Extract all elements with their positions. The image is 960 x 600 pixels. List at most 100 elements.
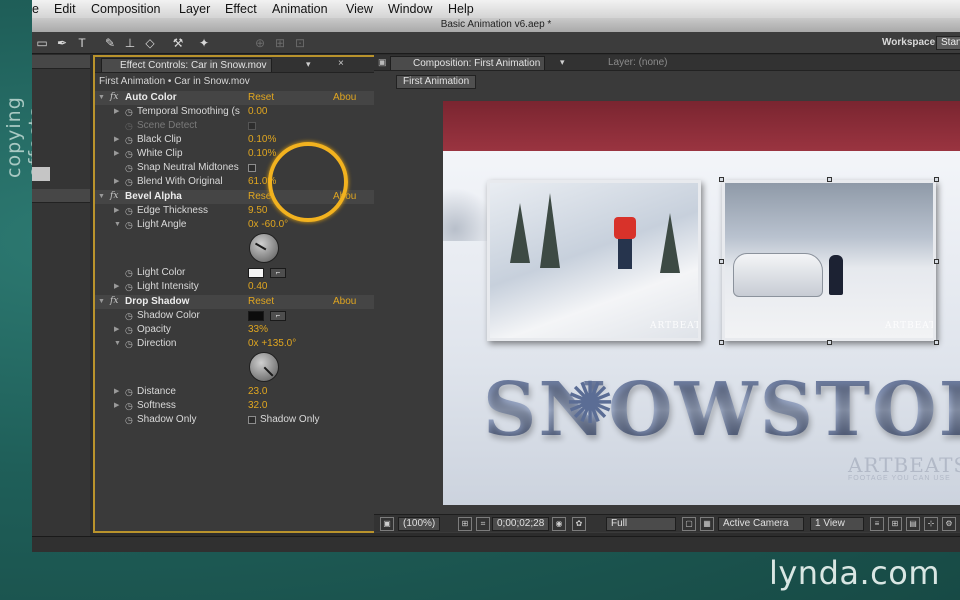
twirl-right-icon[interactable]: ▶	[114, 399, 122, 413]
composition-tab[interactable]: Composition: First Animation	[390, 56, 546, 70]
region-of-interest-icon[interactable]: ▢	[682, 517, 696, 531]
fx-toggle-icon[interactable]: fx	[110, 92, 122, 103]
axis-mode-icon[interactable]: ⊕	[252, 35, 268, 51]
composition-viewer[interactable]: ARTBEATS ARTBEATS SNOWSTORM ✺ ARTBEATS F…	[443, 101, 960, 505]
menu-effect[interactable]: Effect	[225, 2, 257, 16]
current-time-field[interactable]: 0;00;02;28	[492, 517, 550, 531]
reset-link[interactable]: Reset	[248, 91, 274, 105]
layer-tab[interactable]: Layer: (none)	[608, 57, 667, 68]
close-tab-icon[interactable]: ×	[338, 58, 344, 69]
twirl-right-icon[interactable]: ▶	[114, 323, 122, 337]
selection-handle[interactable]	[934, 259, 939, 264]
stopwatch-icon[interactable]: ◷	[125, 175, 133, 189]
menu-view[interactable]: View	[346, 2, 373, 16]
twirl-right-icon[interactable]: ▶	[114, 204, 122, 218]
reset-link[interactable]: Reset	[248, 295, 274, 309]
stopwatch-icon[interactable]: ◷	[125, 399, 133, 413]
twirl-down-icon[interactable]: ▼	[98, 91, 106, 105]
stopwatch-icon[interactable]: ◷	[125, 147, 133, 161]
car-in-snow-clip[interactable]: ARTBEATS	[722, 180, 936, 341]
fx-toggle-icon[interactable]: fx	[110, 191, 122, 202]
stopwatch-icon[interactable]: ◷	[125, 413, 133, 427]
snap-neutral-midtones-checkbox[interactable]	[248, 164, 256, 172]
property-value[interactable]: 0.00	[248, 105, 267, 119]
stopwatch-icon[interactable]: ◷	[125, 133, 133, 147]
selection-handle[interactable]	[827, 340, 832, 345]
fast-previews-icon[interactable]: ⊞	[888, 517, 902, 531]
stopwatch-icon[interactable]: ◷	[125, 266, 133, 280]
stopwatch-icon[interactable]: ◷	[125, 323, 133, 337]
stopwatch-icon[interactable]: ◷	[125, 309, 133, 323]
view-axis-icon[interactable]: ⊡	[292, 35, 308, 51]
property-value[interactable]: 0.10%	[248, 147, 276, 161]
snowboarder-clip[interactable]: ARTBEATS	[487, 180, 701, 341]
property-value[interactable]: 0x -60.0°	[248, 218, 288, 232]
effect-auto-color[interactable]: ▼ fx Auto Color Reset Abou	[95, 91, 385, 105]
puppet-pin-icon[interactable]: ✦	[196, 35, 212, 51]
twirl-down-icon[interactable]: ▼	[98, 295, 106, 309]
eyedropper-icon[interactable]: ⌐	[270, 268, 286, 278]
tab-menu-icon[interactable]: ▾	[306, 59, 311, 70]
fx-toggle-icon[interactable]: fx	[110, 296, 122, 307]
property-value[interactable]: 9.50	[248, 204, 267, 218]
workspace-select[interactable]: Stan	[936, 36, 960, 50]
twirl-down-icon[interactable]: ▼	[114, 337, 122, 351]
effect-drop-shadow[interactable]: ▼ fx Drop Shadow Reset Abou	[95, 295, 385, 309]
menu-animation[interactable]: Animation	[272, 2, 328, 16]
timeline-icon[interactable]: ▤	[906, 517, 920, 531]
about-link[interactable]: Abou	[333, 91, 356, 105]
effect-controls-tab[interactable]: Effect Controls: Car in Snow.mov	[101, 58, 272, 72]
menu-window[interactable]: Window	[388, 2, 432, 16]
channels-icon[interactable]: ✿	[572, 517, 586, 531]
exposure-icon[interactable]: ⚙	[942, 517, 956, 531]
twirl-right-icon[interactable]: ▶	[114, 133, 122, 147]
stopwatch-icon[interactable]: ◷	[125, 161, 133, 175]
twirl-right-icon[interactable]: ▶	[114, 147, 122, 161]
roto-brush-icon[interactable]: ⚒	[170, 35, 186, 51]
twirl-down-icon[interactable]: ▼	[98, 190, 106, 204]
selection-handle[interactable]	[934, 340, 939, 345]
twirl-right-icon[interactable]: ▶	[114, 385, 122, 399]
stopwatch-icon[interactable]: ◷	[125, 218, 133, 232]
brush-tool-icon[interactable]: ✎	[102, 35, 118, 51]
property-value[interactable]: 23.0	[248, 385, 267, 399]
twirl-down-icon[interactable]: ▼	[114, 218, 122, 232]
twirl-right-icon[interactable]: ▶	[114, 175, 122, 189]
stopwatch-icon[interactable]: ◷	[125, 105, 133, 119]
selection-handle[interactable]	[719, 259, 724, 264]
property-value[interactable]: 0x +135.0°	[248, 337, 296, 351]
clone-stamp-icon[interactable]: ⊥	[122, 35, 138, 51]
shadow-only-checkbox[interactable]	[248, 416, 256, 424]
property-value[interactable]: 0.40	[248, 280, 267, 294]
twirl-right-icon[interactable]: ▶	[114, 105, 122, 119]
light-angle-dial[interactable]	[249, 233, 279, 263]
pen-tool-icon[interactable]: ✒	[54, 35, 70, 51]
stopwatch-icon[interactable]: ◷	[125, 204, 133, 218]
selection-handle[interactable]	[827, 177, 832, 182]
menu-edit[interactable]: Edit	[54, 2, 76, 16]
always-preview-icon[interactable]: ▣	[380, 517, 394, 531]
resolution-select[interactable]: Full	[606, 517, 676, 531]
light-color-swatch[interactable]	[248, 268, 264, 278]
selection-handle[interactable]	[719, 177, 724, 182]
direction-dial[interactable]	[249, 352, 279, 382]
stopwatch-icon[interactable]: ◷	[125, 337, 133, 351]
stopwatch-icon[interactable]: ◷	[125, 280, 133, 294]
menu-composition[interactable]: Composition	[91, 2, 160, 16]
type-tool-icon[interactable]: T	[74, 35, 90, 51]
selection-handle[interactable]	[934, 177, 939, 182]
selection-handle[interactable]	[719, 340, 724, 345]
view-layout-select[interactable]: 1 View	[810, 517, 864, 531]
lock-icon[interactable]: ▣	[378, 57, 387, 68]
transparency-grid-icon[interactable]: ▦	[700, 517, 714, 531]
property-value[interactable]: 33%	[248, 323, 268, 337]
eraser-tool-icon[interactable]: ◇	[142, 35, 158, 51]
comp-dropdown-icon[interactable]: ▾	[560, 57, 565, 68]
menu-file[interactable]: e	[32, 2, 39, 16]
menu-layer[interactable]: Layer	[179, 2, 210, 16]
safe-zones-icon[interactable]: ⊞	[458, 517, 472, 531]
shadow-color-swatch[interactable]	[248, 311, 264, 321]
world-axis-icon[interactable]: ⊞	[272, 35, 288, 51]
stopwatch-icon[interactable]: ◷	[125, 385, 133, 399]
rectangle-tool-icon[interactable]: ▭	[34, 35, 50, 51]
